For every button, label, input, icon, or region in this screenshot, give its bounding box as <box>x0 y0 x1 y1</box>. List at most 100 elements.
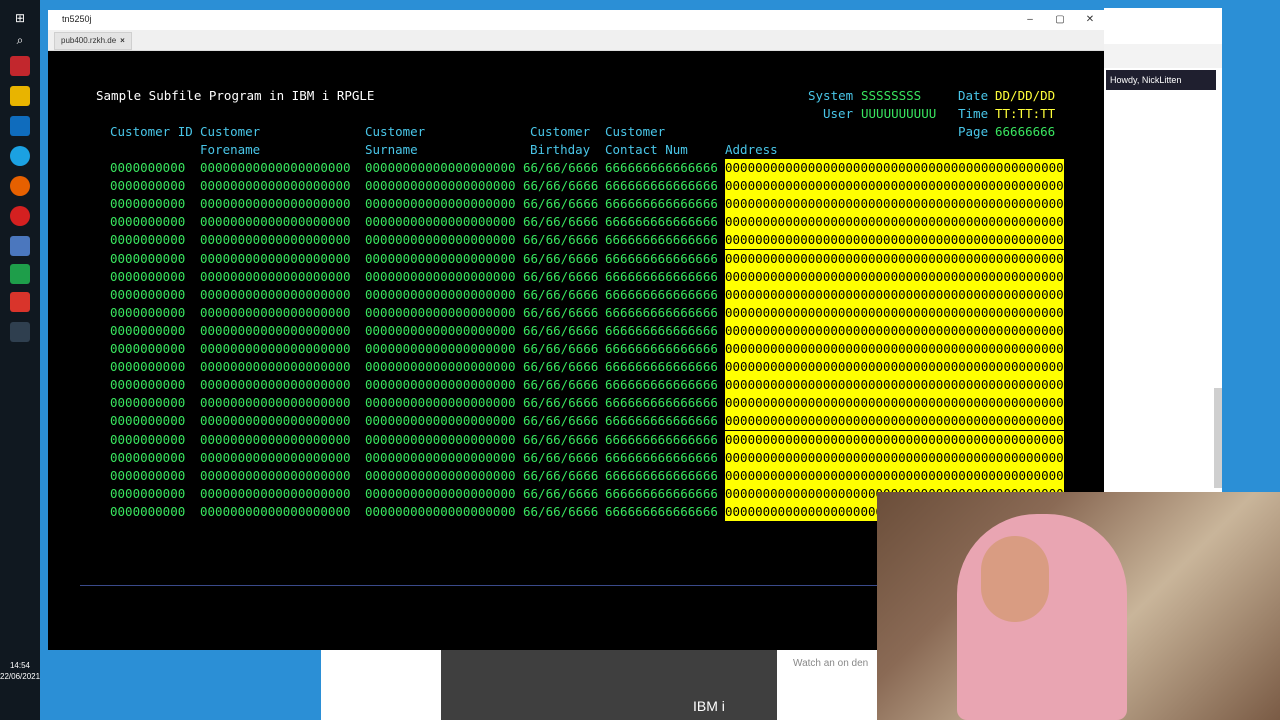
background-browser-window[interactable]: Howdy, NickLitten <box>1104 8 1222 492</box>
close-button[interactable]: ✕ <box>1076 12 1104 28</box>
cell-customer-id: 0000000000 <box>110 485 186 501</box>
cell-contact-num: 666666666666666 <box>605 449 718 465</box>
cell-forename: 00000000000000000000 <box>200 431 351 447</box>
search-icon[interactable]: ⌕ <box>10 30 30 50</box>
web-watch-text[interactable]: Watch an on den <box>793 658 868 669</box>
cell-contact-num: 666666666666666 <box>605 485 718 501</box>
cell-address[interactable]: 0000000000000000000000000000000000000000… <box>725 213 1064 232</box>
system-label: System <box>808 88 854 103</box>
cell-address[interactable]: 0000000000000000000000000000000000000000… <box>725 285 1064 304</box>
cell-surname: 00000000000000000000 <box>365 322 516 338</box>
cell-birthday: 66/66/6666 <box>523 304 599 320</box>
cell-birthday: 66/66/6666 <box>523 503 599 519</box>
cell-contact-num: 666666666666666 <box>605 503 718 519</box>
cell-birthday: 66/66/6666 <box>523 268 599 284</box>
date-value: DD/DD/DD <box>995 88 1056 103</box>
outlook-icon[interactable] <box>10 116 30 136</box>
cell-customer-id: 0000000000 <box>110 503 186 519</box>
cell-address[interactable]: 0000000000000000000000000000000000000000… <box>725 267 1064 286</box>
cell-birthday: 66/66/6666 <box>523 160 599 175</box>
cell-contact-num: 666666666666666 <box>605 322 718 338</box>
cell-address[interactable]: 0000000000000000000000000000000000000000… <box>725 303 1064 322</box>
cell-address[interactable]: 0000000000000000000000000000000000000000… <box>725 394 1064 413</box>
cell-address[interactable]: 0000000000000000000000000000000000000000… <box>725 340 1064 358</box>
cell-address[interactable]: 0000000000000000000000000000000000000000… <box>725 358 1064 377</box>
cell-address[interactable]: 0000000000000000000000000000000000000000… <box>725 412 1064 431</box>
cell-forename: 00000000000000000000 <box>200 503 351 519</box>
cell-surname: 00000000000000000000 <box>365 286 516 302</box>
cell-forename: 00000000000000000000 <box>200 232 351 248</box>
cell-customer-id: 0000000000 <box>110 232 186 248</box>
cell-birthday: 66/66/6666 <box>523 232 599 248</box>
app-icon-red[interactable] <box>10 56 30 76</box>
header-surname-2: Surname <box>365 142 418 157</box>
header-birthday-2: Birthday <box>530 142 591 157</box>
header-address: Address <box>725 142 778 157</box>
cell-contact-num: 666666666666666 <box>605 196 718 212</box>
cell-surname: 00000000000000000000 <box>365 178 516 194</box>
edge-icon[interactable] <box>10 146 30 166</box>
howdy-user-label[interactable]: Howdy, NickLitten <box>1110 75 1181 85</box>
cell-customer-id: 0000000000 <box>110 449 186 465</box>
cell-surname: 00000000000000000000 <box>365 359 516 375</box>
tab-close-icon[interactable]: × <box>120 36 125 45</box>
opera-icon[interactable] <box>10 206 30 226</box>
taskbar-clock[interactable]: 14:54 22/06/2021 <box>0 660 40 682</box>
cell-forename: 00000000000000000000 <box>200 377 351 393</box>
cell-address[interactable]: 0000000000000000000000000000000000000000… <box>725 159 1064 177</box>
file-explorer-icon[interactable] <box>10 86 30 106</box>
cell-forename: 00000000000000000000 <box>200 395 351 411</box>
firefox-icon[interactable] <box>10 176 30 196</box>
terminal-app-icon[interactable] <box>10 322 30 342</box>
cell-address[interactable]: 0000000000000000000000000000000000000000… <box>725 376 1064 395</box>
cell-contact-num: 666666666666666 <box>605 250 718 266</box>
camtasia-red-icon[interactable] <box>10 292 30 312</box>
cell-birthday: 66/66/6666 <box>523 196 599 212</box>
cell-forename: 00000000000000000000 <box>200 413 351 429</box>
webcam-overlay <box>877 492 1280 720</box>
cell-forename: 00000000000000000000 <box>200 214 351 230</box>
page-value: 66666666 <box>995 124 1056 139</box>
cell-birthday: 66/66/6666 <box>523 359 599 375</box>
cell-address[interactable]: 0000000000000000000000000000000000000000… <box>725 321 1064 340</box>
cell-address[interactable]: 0000000000000000000000000000000000000000… <box>725 448 1064 467</box>
cell-address[interactable]: 0000000000000000000000000000000000000000… <box>725 466 1064 485</box>
cell-surname: 00000000000000000000 <box>365 449 516 465</box>
window-title: tn5250j <box>62 14 92 24</box>
cell-surname: 00000000000000000000 <box>365 214 516 230</box>
teams-icon[interactable] <box>10 236 30 256</box>
cell-birthday: 66/66/6666 <box>523 413 599 429</box>
cell-address[interactable]: 0000000000000000000000000000000000000000… <box>725 177 1064 196</box>
cell-contact-num: 666666666666666 <box>605 214 718 230</box>
cell-surname: 00000000000000000000 <box>365 431 516 447</box>
system-value: SSSSSSSS <box>861 88 922 103</box>
time-label: Time <box>958 106 989 121</box>
camtasia-green-icon[interactable] <box>10 264 30 284</box>
cell-address[interactable]: 0000000000000000000000000000000000000000… <box>725 231 1064 250</box>
cell-address[interactable]: 0000000000000000000000000000000000000000… <box>725 430 1064 449</box>
cell-birthday: 66/66/6666 <box>523 214 599 230</box>
cell-customer-id: 0000000000 <box>110 413 186 429</box>
cell-forename: 00000000000000000000 <box>200 467 351 483</box>
cell-contact-num: 666666666666666 <box>605 413 718 429</box>
session-tab-label: pub400.rzkh.de <box>61 36 117 45</box>
browser-scrollbar[interactable] <box>1214 388 1222 488</box>
cell-contact-num: 666666666666666 <box>605 178 718 194</box>
cell-contact-num: 666666666666666 <box>605 359 718 375</box>
cell-surname: 00000000000000000000 <box>365 268 516 284</box>
maximize-button[interactable]: ▢ <box>1046 12 1074 28</box>
cell-address[interactable]: 0000000000000000000000000000000000000000… <box>725 195 1064 214</box>
cell-birthday: 66/66/6666 <box>523 431 599 447</box>
minimize-button[interactable]: – <box>1016 12 1044 28</box>
cell-customer-id: 0000000000 <box>110 196 186 212</box>
cell-birthday: 66/66/6666 <box>523 395 599 411</box>
header-surname-1: Customer <box>365 124 426 139</box>
date-label: Date <box>958 88 989 103</box>
cell-contact-num: 666666666666666 <box>605 377 718 393</box>
cell-surname: 00000000000000000000 <box>365 304 516 320</box>
cell-address[interactable]: 0000000000000000000000000000000000000000… <box>725 249 1064 268</box>
windows-start-icon[interactable]: ⊞ <box>10 8 30 28</box>
session-tab[interactable]: pub400.rzkh.de × <box>54 32 132 50</box>
cell-customer-id: 0000000000 <box>110 304 186 320</box>
cell-birthday: 66/66/6666 <box>523 341 599 356</box>
